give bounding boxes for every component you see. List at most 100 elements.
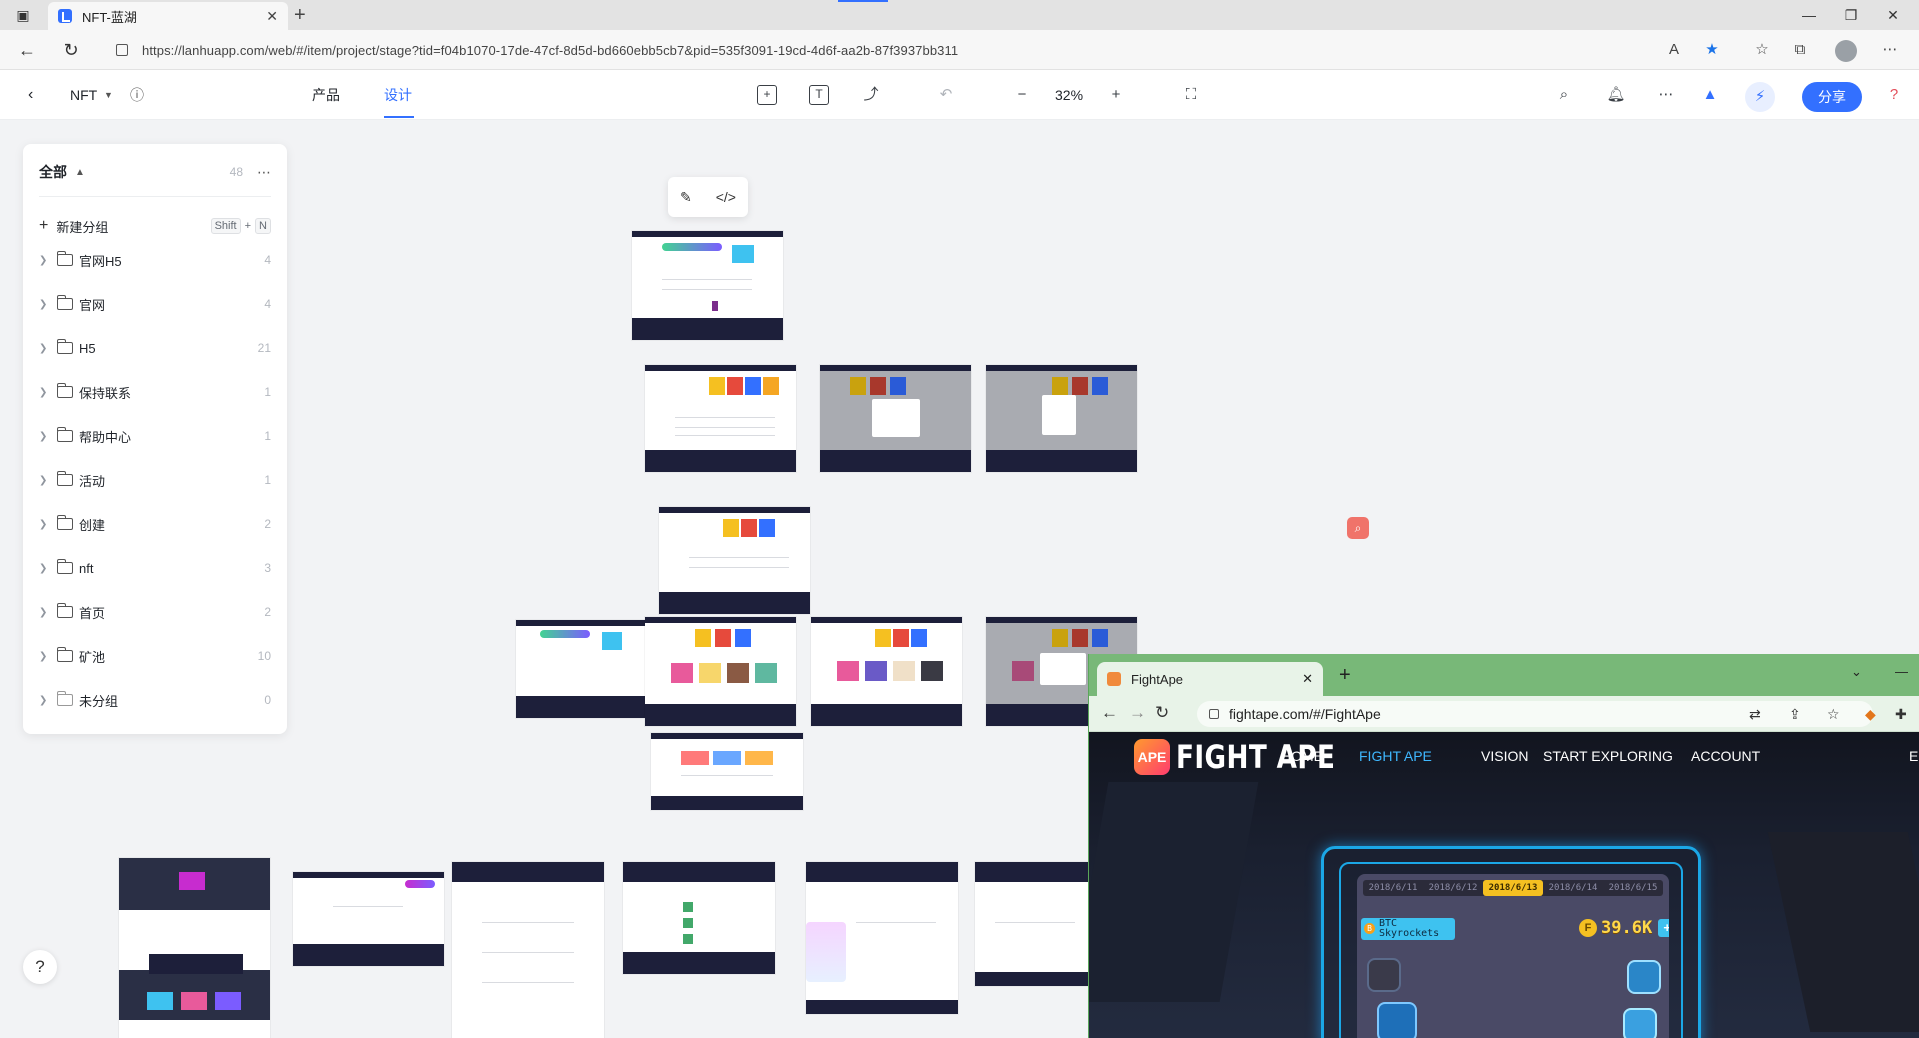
bolt-icon[interactable]: ⚡︎ xyxy=(1745,82,1775,112)
chevron-right-icon[interactable]: ❯ xyxy=(39,255,53,266)
chevron-right-icon[interactable]: ❯ xyxy=(39,651,53,662)
nav-home[interactable]: HOME xyxy=(1281,748,1323,764)
group-item[interactable]: ❯ 矿池 10 xyxy=(39,642,271,670)
group-item[interactable]: ❯ nft 3 xyxy=(39,554,271,582)
share-button[interactable]: 分享 xyxy=(1802,82,1862,112)
connector-tool-icon[interactable]: ⤴ xyxy=(861,85,881,105)
more-icon[interactable]: ⋯ xyxy=(1656,85,1676,105)
back-icon[interactable]: ← xyxy=(16,39,38,61)
date-tab[interactable]: 2018/6/11 xyxy=(1363,880,1423,896)
artboard[interactable] xyxy=(645,617,796,726)
project-name[interactable]: NFT xyxy=(70,70,97,120)
chevron-right-icon[interactable]: ❯ xyxy=(39,695,53,706)
add-frame-icon[interactable]: + xyxy=(757,85,777,105)
chevron-down-icon[interactable]: ▼ xyxy=(104,70,113,120)
news-badge[interactable]: BTC Skyrockets xyxy=(1361,918,1455,940)
chevron-right-icon[interactable]: ❯ xyxy=(39,387,53,398)
group-item[interactable]: ❯ 首页 2 xyxy=(39,598,271,626)
browser-tab-lanhu[interactable]: NFT-蓝湖 ✕ xyxy=(48,2,288,30)
nav-fight-ape[interactable]: FIGHT APE xyxy=(1359,748,1432,764)
date-tab[interactable]: 2018/6/15 xyxy=(1603,880,1663,896)
minimize-icon[interactable]: — xyxy=(1798,6,1820,24)
artboard[interactable] xyxy=(820,365,971,472)
zoom-out-icon[interactable]: − xyxy=(1012,85,1032,105)
help-circle-icon[interactable]: ? xyxy=(1884,85,1904,105)
new-group-button[interactable]: + 新建分组 Shift + N xyxy=(39,214,271,238)
minimize-icon[interactable]: — xyxy=(1895,664,1908,679)
forward-icon[interactable]: → xyxy=(1129,703,1146,723)
undo-icon[interactable]: ↶ xyxy=(936,85,956,105)
date-tab[interactable]: 2018/6/14 xyxy=(1543,880,1603,896)
close-icon[interactable]: ✕ xyxy=(1302,671,1313,687)
chevron-right-icon[interactable]: ❯ xyxy=(39,343,53,354)
zoom-level[interactable]: 32% xyxy=(1055,70,1083,120)
favorite-star-icon[interactable]: ★ xyxy=(1702,40,1722,60)
window-close-icon[interactable]: ✕ xyxy=(1882,6,1904,24)
chevron-right-icon[interactable]: ❯ xyxy=(39,475,53,486)
floating-search-icon[interactable]: ⌕ xyxy=(1347,517,1369,539)
info-icon[interactable]: ⓘ xyxy=(130,70,144,120)
profile-avatar[interactable] xyxy=(1835,40,1857,62)
notification-bell-icon[interactable]: 🔔︎ xyxy=(1606,85,1626,105)
panel-title[interactable]: 全部 xyxy=(39,162,67,182)
code-icon[interactable]: </> xyxy=(716,189,736,205)
nav-start-exploring[interactable]: START EXPLORING xyxy=(1543,748,1673,764)
help-button[interactable]: ? xyxy=(23,950,57,984)
new-tab-button[interactable]: + xyxy=(1339,664,1351,687)
edit-pencil-icon[interactable]: ✎ xyxy=(680,189,692,206)
add-coin-button[interactable]: + xyxy=(1658,919,1669,937)
fightape-tab[interactable]: FightApe ✕ xyxy=(1097,662,1323,696)
chevron-right-icon[interactable]: ❯ xyxy=(39,519,53,530)
artboard[interactable] xyxy=(293,872,444,966)
chevron-right-icon[interactable]: ❯ xyxy=(39,431,53,442)
tab-actions-icon[interactable]: ▣ xyxy=(12,6,34,24)
group-item[interactable]: ❯ 保持联系 1 xyxy=(39,378,271,406)
read-aloud-icon[interactable]: A xyxy=(1664,40,1684,60)
group-item[interactable]: ❯ H5 21 xyxy=(39,334,271,362)
new-tab-button[interactable]: + xyxy=(294,4,306,27)
hex-token-icon[interactable] xyxy=(1367,958,1401,992)
hex-token-icon[interactable] xyxy=(1377,1002,1417,1038)
artboard[interactable] xyxy=(623,862,775,974)
collections-icon[interactable]: ⧉ xyxy=(1790,40,1810,60)
fightape-url-field[interactable]: fightape.com/#/FightApe xyxy=(1197,701,1873,727)
artboard[interactable] xyxy=(659,507,810,614)
back-chevron-icon[interactable]: ‹ xyxy=(28,70,33,120)
restore-icon[interactable]: ❐ xyxy=(1840,6,1862,24)
hex-token-icon[interactable] xyxy=(1627,960,1661,994)
tab-design[interactable]: 设计 xyxy=(384,70,412,120)
artboard[interactable] xyxy=(119,858,270,1038)
nav-account[interactable]: ACCOUNT xyxy=(1691,748,1760,764)
artboard[interactable] xyxy=(651,733,803,810)
fightape-logo[interactable]: APE FIGHT APE xyxy=(1134,738,1370,776)
group-item[interactable]: ❯ 帮助中心 1 xyxy=(39,422,271,450)
text-tool-icon[interactable]: T xyxy=(809,85,829,105)
tab-product[interactable]: 产品 xyxy=(312,70,340,120)
group-item[interactable]: ❯ 创建 2 xyxy=(39,510,271,538)
favorites-icon[interactable]: ☆ xyxy=(1752,40,1772,60)
close-icon[interactable]: ✕ xyxy=(266,8,278,25)
nav-vision[interactable]: VISION xyxy=(1481,748,1528,764)
date-tab[interactable]: 2018/6/12 xyxy=(1423,880,1483,896)
artboard[interactable] xyxy=(806,862,958,1014)
tab-search-chevron-icon[interactable]: ⌄ xyxy=(1851,664,1862,680)
group-item[interactable]: ❯ 官网 4 xyxy=(39,290,271,318)
reload-icon[interactable]: ↻ xyxy=(1155,703,1169,723)
group-item[interactable]: ❯ 官网H5 4 xyxy=(39,246,271,274)
artboard[interactable] xyxy=(811,617,962,726)
back-icon[interactable]: ← xyxy=(1101,703,1118,723)
chevron-right-icon[interactable]: ❯ xyxy=(39,563,53,574)
artboard[interactable] xyxy=(645,365,796,472)
artboard[interactable] xyxy=(452,862,604,1038)
share-icon[interactable]: ⇪ xyxy=(1789,706,1801,723)
chevron-up-icon[interactable]: ▲ xyxy=(75,167,85,178)
menu-dots-icon[interactable]: ⋯ xyxy=(1880,40,1900,60)
artboard[interactable] xyxy=(975,862,1088,986)
reload-icon[interactable]: ↻ xyxy=(60,39,82,61)
url-field[interactable]: https://lanhuapp.com/web/#/item/project/… xyxy=(106,35,1724,65)
chevron-right-icon[interactable]: ❯ xyxy=(39,607,53,618)
artboard[interactable] xyxy=(516,620,645,718)
vs-token-icon[interactable] xyxy=(1623,1008,1657,1038)
bookmark-star-icon[interactable]: ☆ xyxy=(1827,706,1840,723)
extensions-icon[interactable]: ✚ xyxy=(1895,706,1907,723)
